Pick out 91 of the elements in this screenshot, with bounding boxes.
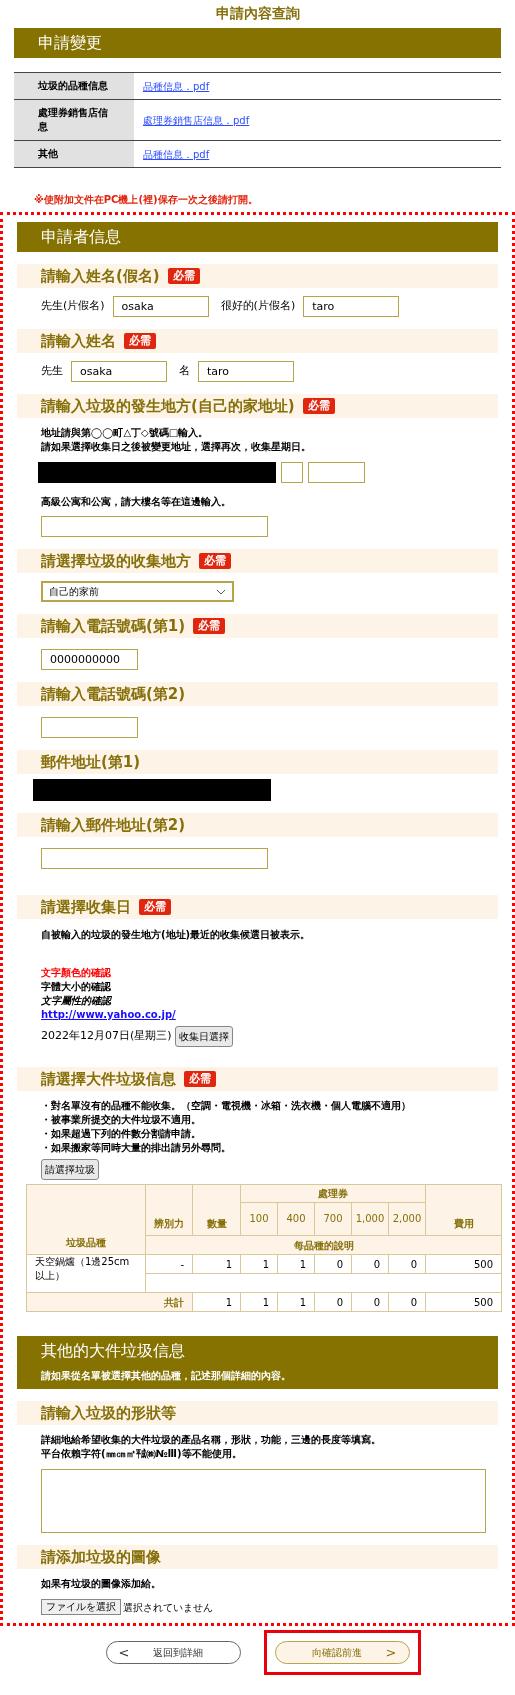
text-field[interactable]: 0000000000 — [41, 649, 138, 670]
table-cell: 1 — [192, 1292, 241, 1312]
pick-date-button[interactable]: 收集日選擇 — [174, 1026, 233, 1047]
field-heading: 請輸入郵件地址(第2) — [41, 814, 186, 836]
field-heading: 請添加垃圾的圖像 — [41, 1546, 161, 1568]
section-title: 申請變更 — [38, 34, 103, 52]
table-cell: 0 — [314, 1254, 352, 1274]
table-cell: - — [145, 1254, 193, 1274]
text-field[interactable] — [41, 516, 268, 537]
field-heading: 請選擇垃圾的收集地方 — [41, 550, 191, 572]
next-button[interactable]: 向確認前進 > — [274, 1641, 410, 1664]
help-text: 自被輸入的垃圾的發生地方(地址)最近的收集候選日被表示。 — [41, 928, 312, 942]
text-field[interactable]: taro — [303, 296, 400, 317]
sample-text: 文字屬性的確認 — [41, 994, 113, 1008]
section-subtitle: 請如果從名單被選擇其他的品種，記述那個詳細的內容。 — [41, 1369, 292, 1383]
table-cell: 500 — [425, 1254, 502, 1274]
sample-link[interactable]: http://www.yahoo.co.jp/ — [41, 1008, 474, 1022]
table-cell: 1 — [277, 1292, 315, 1312]
row-label: 處理券銷售店信息 — [14, 100, 134, 140]
text-field[interactable]: taro — [198, 361, 294, 382]
collection-date: 2022年12月07日(星期三) — [41, 1028, 172, 1045]
table-cell: 0 — [351, 1292, 389, 1312]
table-cell: 1 — [192, 1254, 241, 1274]
table-header: 數量 — [192, 1184, 241, 1236]
required-badge: 必需 — [184, 1071, 216, 1087]
chevron-down-icon — [216, 588, 226, 595]
table-cell: 0 — [388, 1292, 426, 1312]
page-title: 申請內容查詢 — [214, 4, 301, 22]
rule-text: ・如果超過下列的件數分割請申請。 — [41, 1127, 202, 1141]
sample-text: 文字顏色的確認 — [41, 966, 112, 980]
field-heading: 請輸入垃圾的形狀等 — [41, 1402, 176, 1424]
table-header: 辨別力 — [145, 1184, 193, 1236]
table-cell: 1 — [240, 1292, 278, 1312]
table-cell: 1 — [240, 1254, 278, 1274]
rule-text: ・對名單沒有的品種不能收集。（空調・電視機・冰箱・洗衣機・個人電腦不適用） — [41, 1099, 412, 1113]
text-area[interactable] — [41, 1469, 486, 1533]
table-cell: 天空鍋爐（1邊25cm以上） — [26, 1254, 146, 1293]
text-field[interactable] — [281, 462, 303, 483]
field-label: 名 — [179, 363, 190, 380]
field-label: 很好的(片假名) — [220, 298, 296, 315]
pdf-link[interactable]: 品種信息．pdf — [143, 78, 210, 94]
help-text: 請如果選擇收集日之後被變更地址，選擇再次，收集星期日。 — [41, 440, 312, 454]
table-cell: 0 — [388, 1254, 426, 1274]
choose-file-button[interactable]: ファイルを選択 — [41, 1599, 121, 1615]
file-status: 選択されていません — [123, 1600, 213, 1615]
pdf-link[interactable]: 品種信息．pdf — [143, 146, 210, 162]
table-header: 費用 — [425, 1184, 502, 1236]
table-header: 垃圾品種 — [26, 1184, 146, 1255]
back-button[interactable]: < 返回到詳細 — [105, 1641, 241, 1664]
field-heading: 請輸入電話號碼(第1) — [41, 615, 186, 637]
sample-text: 字體大小的確認 — [41, 980, 112, 994]
row-label: 垃圾的品種信息 — [14, 73, 134, 99]
select-items-button[interactable]: 請選擇垃圾 — [41, 1159, 99, 1180]
required-badge: 必需 — [167, 268, 200, 284]
table-cell: 1 — [277, 1254, 315, 1274]
field-heading: 請選擇大件垃圾信息 — [41, 1068, 176, 1090]
table-cell: 0 — [351, 1254, 389, 1274]
text-field[interactable] — [308, 462, 365, 483]
dropdown[interactable]: 自己的家前 — [41, 581, 234, 602]
section-title: 其他的大件垃圾信息 — [41, 1342, 186, 1360]
text-field[interactable] — [41, 717, 138, 738]
field-heading: 請輸入電話號碼(第2) — [41, 683, 186, 705]
field-label: 先生 — [41, 363, 63, 380]
rule-text: ・被事業所提交的大件垃圾不適用。 — [41, 1113, 202, 1127]
field-label: 先生(片假名) — [41, 298, 105, 315]
pdf-link[interactable]: 處理券銷售店信息．pdf — [143, 112, 250, 128]
required-badge: 必需 — [193, 618, 226, 634]
row-label: 其他 — [14, 141, 134, 167]
help-text: 地址請與第◯◯町△丁◇號碼□輸入。 — [41, 426, 210, 440]
required-badge: 必需 — [139, 899, 171, 915]
help-text: 平台依賴字符(㎜㎝㎡㍻㈱№Ⅲ)等不能使用。 — [41, 1447, 243, 1461]
required-badge: 必需 — [302, 398, 335, 414]
section-title: 申請者信息 — [41, 228, 122, 246]
help-text: 高級公寓和公寓，請大樓名等在這邊輸入。 — [41, 495, 232, 509]
rule-text: ・如果搬家等同時大量的排出請另外尋問。 — [41, 1141, 232, 1155]
table-cell: 0 — [314, 1292, 352, 1312]
text-field[interactable]: osaka — [71, 361, 167, 382]
field-heading: 請輸入姓名(假名) — [41, 265, 160, 287]
field-heading: 請輸入垃圾的發生地方(自己的家地址) — [41, 395, 295, 417]
field-heading: 郵件地址(第1) — [41, 751, 141, 773]
table-header: 處理券 — [240, 1184, 426, 1203]
attachment-note: ※使附加文件在PC機上(裡)保存一次之後請打開。 — [33, 193, 259, 207]
text-field[interactable]: osaka — [112, 296, 209, 317]
help-text: 詳細地給希望收集的大件垃圾的產品名稱，形狀，功能，三邊的長度等填寫。 — [41, 1433, 382, 1447]
field-heading: 請選擇收集日 — [41, 896, 131, 918]
help-text: 如果有垃圾的圖像添加給。 — [41, 1577, 162, 1591]
text-field[interactable] — [41, 848, 268, 869]
required-badge: 必需 — [124, 333, 156, 349]
required-badge: 必需 — [199, 553, 231, 569]
field-heading: 請輸入姓名 — [41, 330, 116, 352]
table-cell: 500 — [425, 1292, 502, 1312]
